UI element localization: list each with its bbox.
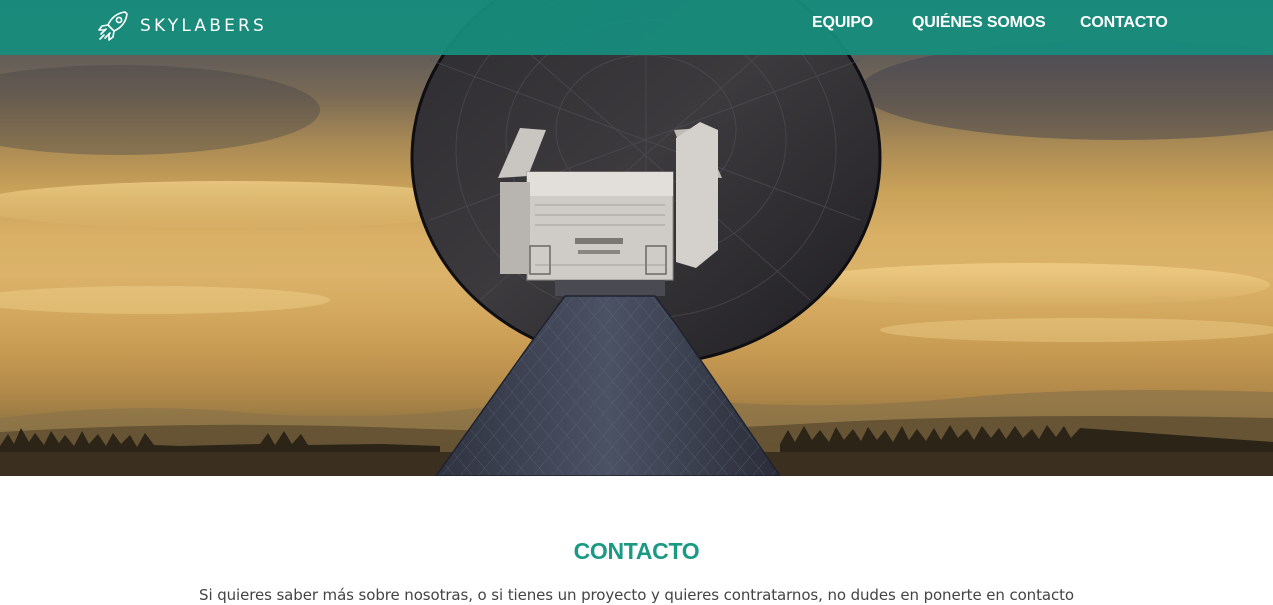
hero-image (0, 0, 1273, 476)
rocket-icon (98, 11, 128, 41)
contact-description: Si quieres saber más sobre nosotras, o s… (199, 586, 1074, 604)
nav-link-contacto[interactable]: CONTACTO (1080, 14, 1168, 32)
brand-name: SKYLABERS (140, 16, 268, 36)
nav-link-equipo[interactable]: EQUIPO (812, 14, 873, 32)
top-navbar: SKYLABERS EQUIPO QUIÉNES SOMOS CONTACTO (0, 0, 1273, 55)
contact-heading: CONTACTO (573, 538, 700, 564)
nav-link-quienes-somos[interactable]: QUIÉNES SOMOS (912, 14, 1046, 32)
brand-logo[interactable]: SKYLABERS (95, 8, 267, 44)
hero-illustration (0, 0, 1273, 476)
